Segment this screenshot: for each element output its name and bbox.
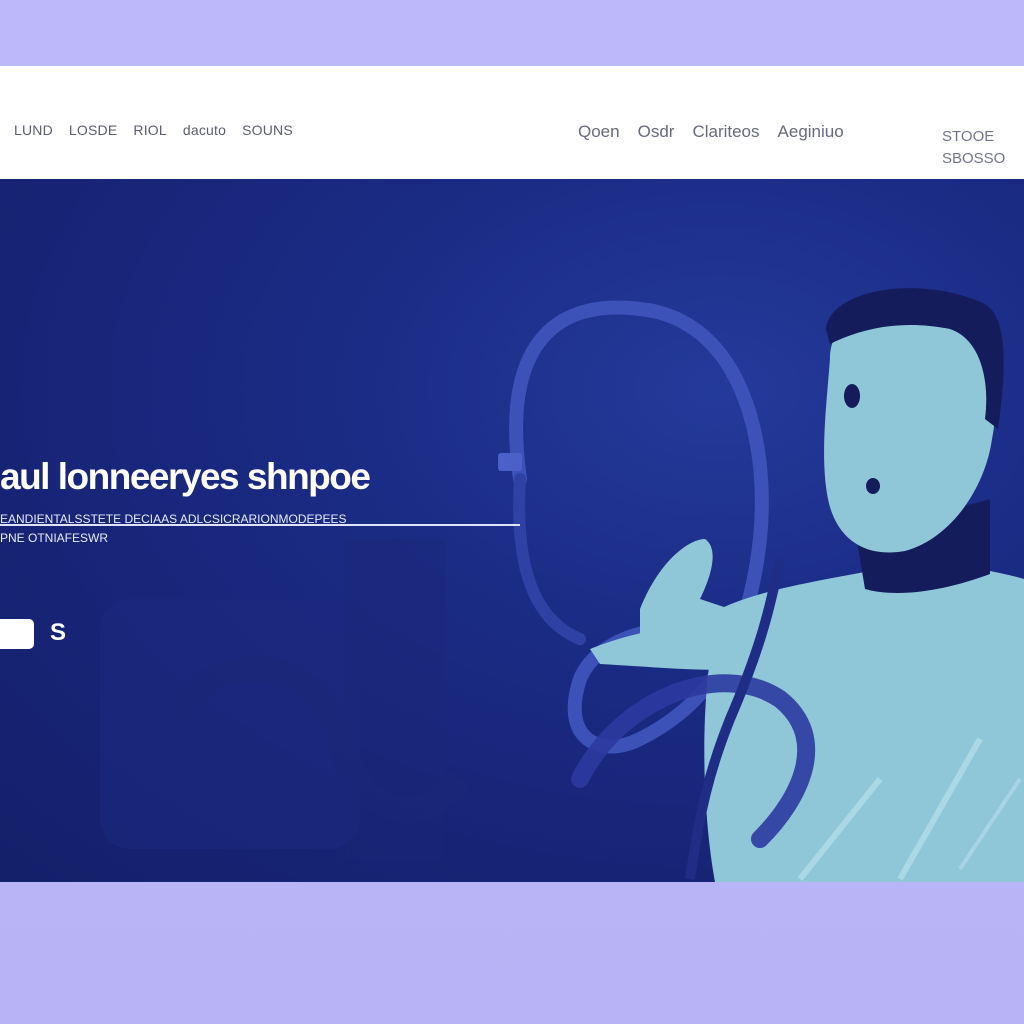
hose-connector bbox=[498, 453, 522, 471]
bg-panel-shape bbox=[100, 599, 360, 849]
hero-subtitle-secondary: PNE OTNIAFESWR bbox=[0, 531, 109, 545]
nav-link-4[interactable]: dacuto bbox=[183, 122, 226, 138]
nav-right-link-4[interactable]: Aeginiuo bbox=[778, 122, 844, 142]
cta-button[interactable] bbox=[0, 619, 34, 649]
figure-eye bbox=[844, 384, 860, 408]
nav-link-1[interactable]: LUND bbox=[14, 122, 53, 138]
top-navbar: LUND LOSDE RIOL dacuto SOUNS Qoen Osdr C… bbox=[0, 66, 1024, 179]
account-line-2: SBOSSO bbox=[942, 150, 1006, 167]
nav-link-3[interactable]: RIOL bbox=[133, 122, 166, 138]
hero-section: aul lonneeryes shnpoe EANDIENTALSSTETE D… bbox=[0, 179, 1024, 882]
bg-column-shape bbox=[345, 539, 445, 859]
hose-inner bbox=[513, 473, 586, 645]
nav-right-link-2[interactable]: Osdr bbox=[638, 122, 675, 142]
nav-link-2[interactable]: LOSDE bbox=[69, 122, 117, 138]
cta-secondary-link[interactable]: S bbox=[50, 619, 66, 647]
nav-link-5[interactable]: SOUNS bbox=[242, 122, 293, 138]
nav-left-links: LUND LOSDE RIOL dacuto SOUNS bbox=[14, 122, 293, 138]
figure-mouth bbox=[866, 478, 880, 494]
hero-divider bbox=[0, 524, 520, 526]
page-frame: LUND LOSDE RIOL dacuto SOUNS Qoen Osdr C… bbox=[0, 0, 1024, 1024]
nav-right-link-3[interactable]: Clariteos bbox=[692, 122, 759, 142]
hero-title: aul lonneeryes shnpoe bbox=[0, 456, 371, 497]
account-line-1: STOOE bbox=[942, 128, 995, 145]
account-link[interactable]: STOOE SBOSSO bbox=[942, 126, 1018, 170]
nav-right-links: Qoen Osdr Clariteos Aeginiuo bbox=[578, 122, 844, 142]
nav-right-link-1[interactable]: Qoen bbox=[578, 122, 620, 142]
